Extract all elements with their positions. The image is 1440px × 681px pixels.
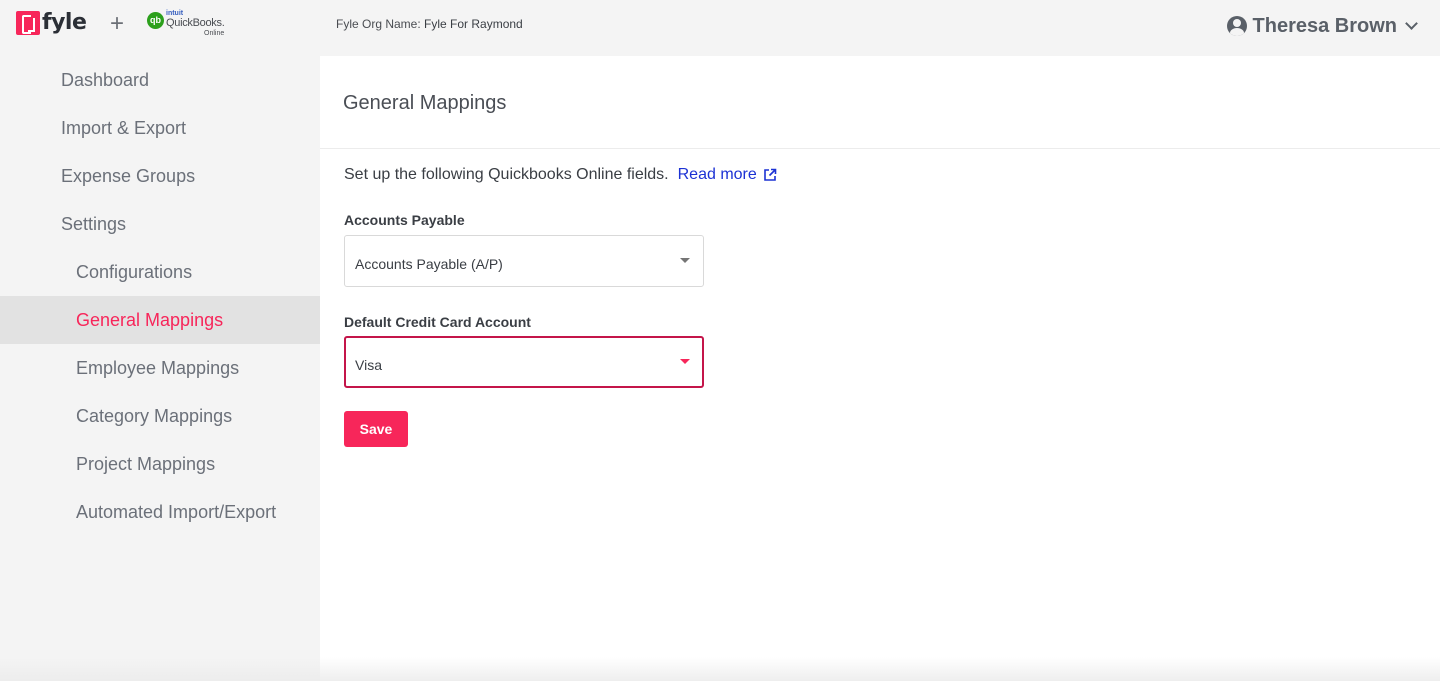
chevron-down-icon[interactable] xyxy=(1405,17,1418,30)
user-menu[interactable]: Theresa Brown xyxy=(1226,12,1418,40)
sidebar: Dashboard Import & Export Expense Groups… xyxy=(0,56,320,681)
user-name: Theresa Brown xyxy=(1252,14,1397,37)
read-more-link[interactable]: Read more xyxy=(678,166,777,184)
intro-label: Set up the following Quickbooks Online f… xyxy=(344,166,669,183)
accounts-payable-select[interactable]: Accounts Payable (A/P) xyxy=(344,235,704,287)
user-icon xyxy=(1226,16,1247,36)
sidebar-item-expense-groups[interactable]: Expense Groups xyxy=(0,152,320,200)
sidebar-item-general-mappings[interactable]: General Mappings xyxy=(0,296,320,344)
plus-icon: + xyxy=(110,10,125,37)
external-link-icon xyxy=(763,168,777,181)
sidebar-item-settings[interactable]: Settings xyxy=(0,200,320,248)
online-label: Online xyxy=(204,30,225,37)
accounts-payable-value: Accounts Payable (A/P) xyxy=(355,256,503,272)
divider xyxy=(320,148,1440,149)
intro-text: Set up the following Quickbooks Online f… xyxy=(344,166,777,184)
org-name-value: Fyle For Raymond xyxy=(424,17,523,31)
default-credit-card-value: Visa xyxy=(355,357,382,373)
org-name: Fyle Org Name: Fyle For Raymond xyxy=(336,17,523,31)
fyle-wordmark: fyle xyxy=(42,10,87,35)
org-name-label: Fyle Org Name: xyxy=(336,17,421,31)
caret-down-icon xyxy=(680,359,690,364)
accounts-payable-label: Accounts Payable xyxy=(344,212,465,228)
top-header: fyle + qb intuit QuickBooks. Online Fyle… xyxy=(0,0,1440,56)
read-more-label: Read more xyxy=(677,166,757,183)
sidebar-item-employee-mappings[interactable]: Employee Mappings xyxy=(0,344,320,392)
default-credit-card-select[interactable]: Visa xyxy=(344,336,704,388)
sidebar-item-automated-import-export[interactable]: Automated Import/Export xyxy=(0,488,320,536)
quickbooks-label: QuickBooks. xyxy=(166,17,225,29)
fyle-logo: fyle xyxy=(16,10,87,35)
sidebar-item-import-export[interactable]: Import & Export xyxy=(0,104,320,152)
sidebar-item-category-mappings[interactable]: Category Mappings xyxy=(0,392,320,440)
caret-down-icon xyxy=(680,258,690,263)
sidebar-item-configurations[interactable]: Configurations xyxy=(0,248,320,296)
main-content: General Mappings Set up the following Qu… xyxy=(320,56,1440,681)
default-credit-card-label: Default Credit Card Account xyxy=(344,314,531,330)
fyle-logo-mark xyxy=(16,11,40,35)
sidebar-item-dashboard[interactable]: Dashboard xyxy=(0,56,320,104)
save-button[interactable]: Save xyxy=(344,411,408,447)
intuit-label: intuit xyxy=(166,10,184,17)
quickbooks-badge: qb xyxy=(147,12,164,29)
page-title: General Mappings xyxy=(343,92,507,114)
sidebar-item-project-mappings[interactable]: Project Mappings xyxy=(0,440,320,488)
